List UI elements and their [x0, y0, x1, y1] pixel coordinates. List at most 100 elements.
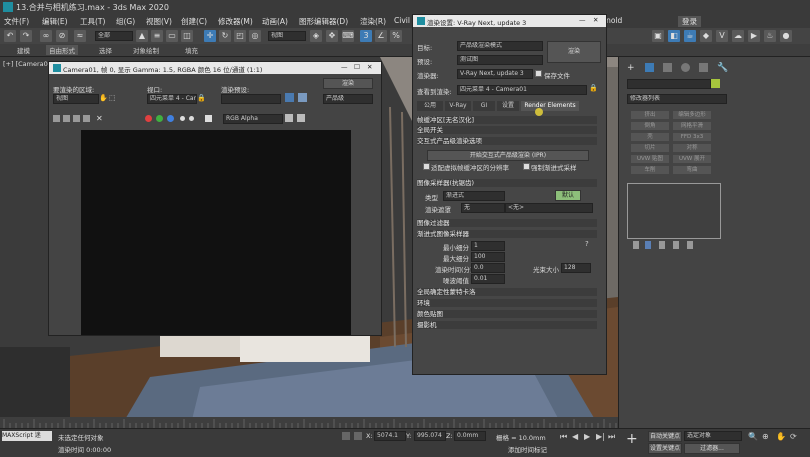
section-ipr-options[interactable]: 交互式产品级渲染选项: [417, 137, 597, 145]
menu-create[interactable]: 创建(C): [181, 16, 207, 27]
environment-icon[interactable]: [298, 93, 307, 102]
min-subdivs-field[interactable]: 1: [471, 241, 505, 251]
configure-sets-icon[interactable]: [687, 241, 693, 249]
x-coord-field[interactable]: 5074.1: [374, 431, 406, 441]
tab-gi[interactable]: GI: [473, 101, 495, 111]
swatch-icon[interactable]: [205, 115, 212, 122]
link-icon[interactable]: ∞: [40, 30, 52, 42]
orbit-icon[interactable]: ⟳: [790, 432, 797, 441]
selection-set-dropdown[interactable]: 选定对象: [684, 431, 742, 441]
render-button[interactable]: 渲染: [323, 78, 373, 89]
modifier-lathe-button[interactable]: 车削: [631, 166, 669, 174]
prev-frame-icon[interactable]: ◀: [572, 432, 578, 441]
minimize-icon[interactable]: —: [341, 63, 348, 71]
render-mask-dropdown[interactable]: 无: [461, 203, 505, 213]
copy-image-icon[interactable]: [63, 115, 70, 122]
modify-tab-icon[interactable]: [645, 63, 654, 72]
ribbon-tab-modeling[interactable]: 建模: [14, 45, 33, 55]
z-coord-field[interactable]: 0.0mm: [454, 431, 486, 441]
render-vray-icon[interactable]: V: [716, 30, 728, 42]
section-progressive-sampler[interactable]: 渐进式图像采样器: [417, 230, 597, 238]
tab-settings[interactable]: 设置: [497, 101, 519, 111]
noise-threshold-field[interactable]: 0.01: [471, 274, 505, 284]
modifier-list-dropdown[interactable]: 修改器列表: [627, 94, 727, 104]
menu-animation[interactable]: 动画(A): [262, 16, 288, 27]
display-toggle-icon[interactable]: [297, 114, 305, 122]
pin-stack-icon[interactable]: [633, 241, 639, 249]
rotate-icon[interactable]: ↻: [219, 30, 231, 42]
render-setup-window[interactable]: 渲染设置: V-Ray Next, update 3 — ✕ 目标: 产品级渲染…: [412, 14, 607, 375]
auto-key-button[interactable]: 自动关键点: [648, 431, 682, 442]
red-channel-icon[interactable]: [145, 115, 152, 122]
modifier-bend-button[interactable]: 弯曲: [673, 166, 711, 174]
show-end-result-icon[interactable]: [645, 241, 651, 249]
set-key-plus-icon[interactable]: +: [626, 432, 640, 446]
render-mask-object-field[interactable]: <无>: [505, 203, 593, 213]
go-to-start-icon[interactable]: ⏮: [560, 432, 567, 442]
select-manipulate-icon[interactable]: ✥: [326, 30, 338, 42]
hierarchy-tab-icon[interactable]: [663, 63, 672, 72]
default-button[interactable]: 默认: [555, 190, 581, 201]
bind-icon[interactable]: ≈: [74, 30, 86, 42]
modifier-shell-button[interactable]: 壳: [631, 133, 669, 141]
close-icon[interactable]: ✕: [367, 63, 372, 71]
start-ipr-button[interactable]: 开始交互式产品级渲染 (IPR): [427, 150, 589, 161]
menu-file[interactable]: 文件(F): [4, 16, 29, 27]
clear-icon[interactable]: ✕: [96, 114, 103, 123]
print-icon[interactable]: [83, 115, 90, 122]
viewport-label[interactable]: [+] [Camera01]: [3, 60, 54, 68]
percent-snap-icon[interactable]: %: [390, 30, 402, 42]
section-color-mapping[interactable]: 颜色贴图: [417, 310, 597, 318]
render-iterative-icon[interactable]: ◆: [700, 30, 712, 42]
object-name-field[interactable]: [627, 79, 711, 89]
auto-region-icon[interactable]: ⬚: [109, 94, 116, 102]
render-time-field[interactable]: 0.0: [471, 263, 505, 273]
scale-icon[interactable]: ◰: [234, 30, 246, 42]
selection-filter[interactable]: 全部: [95, 31, 133, 41]
production-dropdown[interactable]: 产品级: [323, 94, 373, 104]
view-to-render-dropdown[interactable]: 四元菜单 4 - Camera01: [457, 85, 587, 95]
render-cloud-icon[interactable]: ☁: [732, 30, 744, 42]
pan-icon[interactable]: ✋: [776, 432, 786, 441]
tab-common[interactable]: 公用: [417, 101, 443, 111]
preset-dropdown[interactable]: 测试图: [457, 55, 543, 65]
section-image-filter[interactable]: 图像过滤器: [417, 219, 597, 227]
section-global-switches[interactable]: 全局开关: [417, 126, 597, 134]
select-by-name-icon[interactable]: ≡: [151, 30, 163, 42]
modifier-extrude-button[interactable]: 挤出: [631, 111, 669, 119]
motion-tab-icon[interactable]: [681, 63, 690, 72]
timeline-track[interactable]: [0, 417, 618, 428]
tab-vray[interactable]: V-Ray: [445, 101, 471, 111]
ribbon-tab-selection[interactable]: 选择: [96, 45, 115, 55]
lock-icon[interactable]: 🔒: [589, 84, 598, 92]
render-setup-icon[interactable]: ▣: [652, 30, 664, 42]
ribbon-tab-object-paint[interactable]: 对象绘制: [130, 45, 162, 55]
modifier-bevel-button[interactable]: 倒角: [631, 122, 669, 130]
render-frame-icon[interactable]: ◧: [668, 30, 680, 42]
material-editor-icon[interactable]: ●: [780, 30, 792, 42]
select-icon[interactable]: ▲: [136, 30, 148, 42]
maximize-icon[interactable]: ☐: [354, 63, 360, 71]
save-file-checkbox[interactable]: [535, 70, 542, 77]
unlink-icon[interactable]: ⊘: [56, 30, 68, 42]
object-color-swatch[interactable]: [711, 79, 720, 88]
menu-view[interactable]: 视图(V): [146, 16, 172, 27]
toggle-ui-icon[interactable]: [285, 114, 293, 122]
menu-tools[interactable]: 工具(T): [80, 16, 105, 27]
frame-buffer-window[interactable]: Camera01, 帧 0, 显示 Gamma: 1.5, RGBA 颜色 16…: [48, 61, 382, 336]
add-time-tag[interactable]: 添加时间标记: [508, 444, 547, 454]
section-camera[interactable]: 摄影机: [417, 321, 597, 329]
modifier-slice-button[interactable]: 切片: [631, 144, 669, 152]
fit-vfb-checkbox[interactable]: [423, 163, 430, 170]
edit-region-icon[interactable]: ✋: [99, 94, 108, 102]
pivot-icon[interactable]: ◈: [310, 30, 322, 42]
window-crossing-icon[interactable]: ◫: [181, 30, 193, 42]
redo-icon[interactable]: ↷: [20, 30, 32, 42]
menu-rendering[interactable]: 渲染(R): [360, 16, 386, 27]
section-frame-buffer[interactable]: 帧缓冲区[无名汉化]: [417, 116, 597, 124]
set-key-button[interactable]: 设置关键点: [648, 443, 682, 454]
remove-modifier-icon[interactable]: [673, 241, 679, 249]
modifier-uvw-map-button[interactable]: UVW 贴图: [631, 155, 669, 163]
tab-render-elements[interactable]: Render Elements: [521, 101, 579, 111]
modifier-ffd-button[interactable]: FFD 3x3: [673, 133, 711, 141]
